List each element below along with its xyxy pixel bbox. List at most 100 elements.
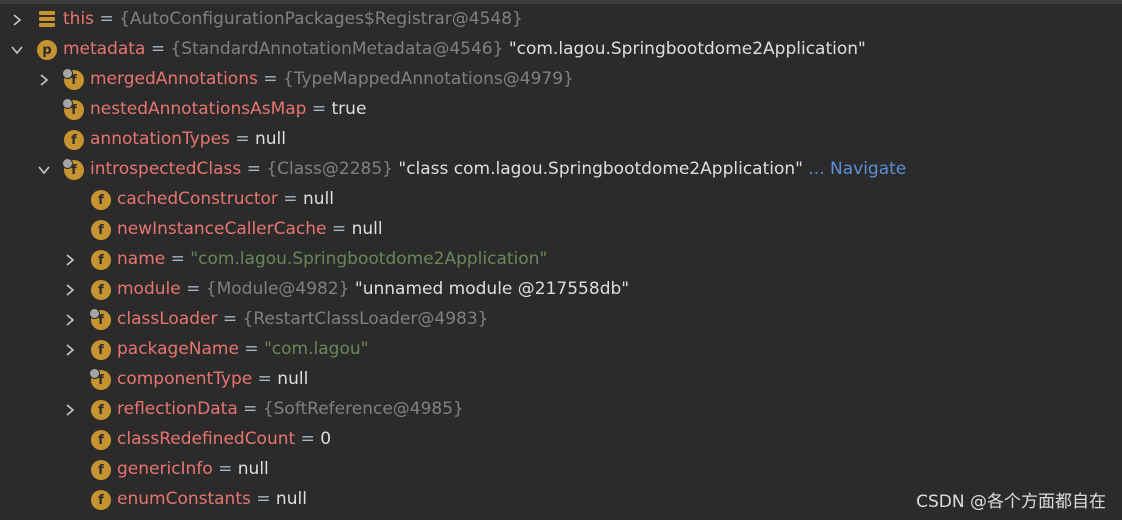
- tree-row-annotationTypes[interactable]: f annotationTypes = null: [0, 125, 1122, 155]
- variable-value: null: [237, 459, 269, 479]
- variable-value: null: [275, 489, 307, 509]
- tree-row-classRedefinedCount[interactable]: f classRedefinedCount = 0: [0, 425, 1122, 455]
- variable-value: "com.lagou.Springbootdome2Application": [508, 39, 866, 59]
- chevron-right-icon[interactable]: [37, 73, 51, 87]
- equals-sign: =: [244, 339, 259, 359]
- equals-sign: =: [263, 69, 278, 89]
- field-icon: f: [62, 68, 84, 90]
- variable-value: null: [277, 369, 309, 389]
- tree-row-module[interactable]: f module = {Module@4982} "unnamed module…: [0, 275, 1122, 305]
- field-icon: f: [89, 308, 111, 330]
- navigate-link[interactable]: ... Navigate: [808, 159, 906, 179]
- variable-name: enumConstants: [117, 489, 251, 509]
- variable-value: null: [254, 129, 286, 149]
- tree-row-mergedAnnotations[interactable]: f mergedAnnotations = {TypeMappedAnnotat…: [0, 65, 1122, 95]
- variable-reference: {StandardAnnotationMetadata@4546}: [170, 39, 504, 59]
- chevron-down-icon[interactable]: [10, 43, 24, 57]
- variable-reference: {TypeMappedAnnotations@4979}: [282, 69, 574, 89]
- field-icon: f: [91, 460, 111, 480]
- field-icon: f: [62, 98, 84, 120]
- variable-name: module: [117, 279, 181, 299]
- equals-sign: =: [170, 249, 185, 269]
- equals-sign: =: [246, 159, 261, 179]
- chevron-right-icon[interactable]: [63, 343, 77, 357]
- parameter-icon: p: [37, 40, 57, 60]
- tree-row-packageName[interactable]: f packageName = "com.lagou": [0, 335, 1122, 365]
- field-icon: f: [91, 400, 111, 420]
- chevron-right-icon[interactable]: [63, 313, 77, 327]
- field-icon: f: [89, 368, 111, 390]
- variable-value: null: [302, 189, 334, 209]
- variable-value: null: [351, 219, 383, 239]
- variable-name: introspectedClass: [90, 159, 242, 179]
- equals-sign: =: [257, 369, 272, 389]
- variable-name: componentType: [117, 369, 253, 389]
- field-icon: f: [91, 340, 111, 360]
- field-icon: f: [62, 158, 84, 180]
- variable-name: cachedConstructor: [117, 189, 278, 209]
- equals-sign: =: [99, 9, 114, 29]
- variable-name: name: [117, 249, 166, 269]
- tree-row-this[interactable]: this = {AutoConfigurationPackages$Regist…: [0, 5, 1122, 35]
- variable-name: classRedefinedCount: [117, 429, 296, 449]
- field-icon: f: [91, 280, 111, 300]
- field-icon: f: [91, 250, 111, 270]
- chevron-down-icon[interactable]: [37, 163, 51, 177]
- variable-name: packageName: [117, 339, 239, 359]
- debugger-variables-tree: this = {AutoConfigurationPackages$Regist…: [0, 5, 1122, 515]
- string-value: "com.lagou.Springbootdome2Application": [190, 249, 548, 269]
- tree-row-reflectionData[interactable]: f reflectionData = {SoftReference@4985}: [0, 395, 1122, 425]
- variable-name: this: [63, 9, 95, 29]
- variable-name: nestedAnnotationsAsMap: [90, 99, 307, 119]
- equals-sign: =: [300, 429, 315, 449]
- tree-row-metadata[interactable]: p metadata = {StandardAnnotationMetadata…: [0, 35, 1122, 65]
- equals-sign: =: [331, 219, 347, 239]
- variable-reference: {RestartClassLoader@4983}: [242, 309, 489, 329]
- tree-row-cachedConstructor[interactable]: f cachedConstructor = null: [0, 185, 1122, 215]
- tree-row-newInstanceCallerCache[interactable]: f newInstanceCallerCache = null: [0, 215, 1122, 245]
- variable-name: genericInfo: [117, 459, 213, 479]
- stack-frame-icon: [39, 11, 55, 29]
- equals-sign: =: [311, 99, 327, 119]
- chevron-right-icon[interactable]: [63, 253, 77, 267]
- variable-name: annotationTypes: [90, 129, 230, 149]
- equals-sign: =: [283, 189, 298, 209]
- chevron-right-icon[interactable]: [63, 403, 77, 417]
- field-icon: f: [91, 190, 111, 210]
- chevron-right-icon[interactable]: [63, 283, 77, 297]
- variable-name: reflectionData: [117, 399, 238, 419]
- equals-sign: =: [243, 399, 258, 419]
- variable-value: 0: [320, 429, 332, 449]
- variable-reference: {Module@4982}: [205, 279, 350, 299]
- equals-sign: =: [218, 459, 233, 479]
- equals-sign: =: [222, 309, 238, 329]
- equals-sign: =: [256, 489, 271, 509]
- watermark: CSDN @各个方面都自在: [916, 492, 1106, 512]
- variable-reference: {SoftReference@4985}: [262, 399, 464, 419]
- variable-value: "class com.lagou.Springbootdome2Applicat…: [398, 159, 803, 179]
- string-value: "com.lagou": [263, 339, 369, 359]
- field-icon: f: [91, 430, 111, 450]
- variable-value: true: [331, 99, 367, 119]
- tree-row-genericInfo[interactable]: f genericInfo = null: [0, 455, 1122, 485]
- variable-name: metadata: [63, 39, 146, 59]
- tree-row-introspectedClass[interactable]: f introspectedClass = {Class@2285} "clas…: [0, 155, 1122, 185]
- panel-top-border: [0, 0, 1122, 4]
- field-icon: f: [91, 220, 111, 240]
- variable-reference: {Class@2285}: [266, 159, 393, 179]
- variable-name: newInstanceCallerCache: [117, 219, 327, 239]
- variable-name: classLoader: [117, 309, 218, 329]
- tree-row-classLoader[interactable]: f classLoader = {RestartClassLoader@4983…: [0, 305, 1122, 335]
- variable-name: mergedAnnotations: [90, 69, 258, 89]
- tree-row-componentType[interactable]: f componentType = null: [0, 365, 1122, 395]
- equals-sign: =: [235, 129, 250, 149]
- tree-row-name[interactable]: f name = "com.lagou.Springbootdome2Appli…: [0, 245, 1122, 275]
- field-icon: f: [91, 490, 111, 510]
- equals-sign: =: [186, 279, 201, 299]
- variable-reference: {AutoConfigurationPackages$Registrar@454…: [119, 9, 523, 29]
- chevron-right-icon[interactable]: [10, 13, 24, 27]
- tree-row-nestedAnnotationsAsMap[interactable]: f nestedAnnotationsAsMap = true: [0, 95, 1122, 125]
- variable-value: "unnamed module @217558db": [354, 279, 630, 299]
- equals-sign: =: [150, 39, 166, 59]
- field-icon: f: [64, 130, 84, 150]
